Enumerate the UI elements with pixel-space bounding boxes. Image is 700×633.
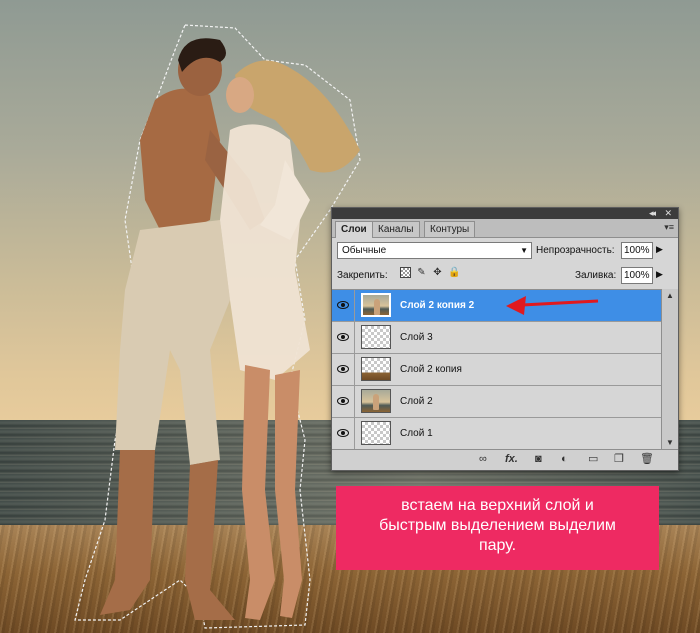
fill-label: Заливка: <box>575 270 617 281</box>
lock-all-icon[interactable]: 🔒 <box>448 267 460 278</box>
eye-icon <box>337 301 349 309</box>
panel-bottom-bar: ∞ fx. ◙ ◐ ▭ ❐ 🗑 <box>332 449 678 470</box>
blend-mode-select[interactable]: Обычные ▼ <box>337 242 532 259</box>
panel-titlebar[interactable]: ◂◂ ✕ <box>332 208 678 219</box>
layer-thumbnail <box>361 293 391 317</box>
fx-icon[interactable]: fx. <box>505 453 518 466</box>
callout-line: пару. <box>478 537 517 554</box>
tab-channels[interactable]: Каналы <box>372 221 420 237</box>
visibility-toggle[interactable] <box>332 418 355 449</box>
layers-scrollbar[interactable]: ▲ ▼ <box>661 289 678 449</box>
scroll-up-icon[interactable]: ▲ <box>666 291 674 300</box>
layer-name: Слой 2 <box>400 396 433 407</box>
woman-dress <box>220 124 310 380</box>
visibility-toggle[interactable] <box>332 386 355 417</box>
layer-name: Слой 3 <box>400 332 433 343</box>
fill-field[interactable]: 100% <box>621 267 653 284</box>
collapse-icon[interactable]: ◂◂ <box>649 208 656 219</box>
layer-thumbnail <box>361 325 391 349</box>
panel-tabs: Слои Каналы Контуры ▾≡ <box>332 219 678 238</box>
fill-slider-icon[interactable]: ▶ <box>656 269 663 280</box>
layer-thumbnail <box>361 389 391 413</box>
opacity-label: Непрозрачность: <box>536 245 615 256</box>
eye-icon <box>337 397 349 405</box>
chevron-down-icon: ▼ <box>520 246 528 255</box>
lock-transparency-icon[interactable] <box>400 267 411 278</box>
panel-menu-icon[interactable]: ▾≡ <box>664 222 674 233</box>
woman-face <box>226 77 254 113</box>
visibility-toggle[interactable] <box>332 354 355 385</box>
layer-row[interactable]: Слой 3 <box>332 322 661 354</box>
woman-legs <box>242 365 302 620</box>
opacity-field[interactable]: 100% <box>621 242 653 259</box>
instruction-callout: встаем на верхний слой и быстрым выделен… <box>336 486 659 570</box>
layer-name: Слой 2 копия <box>400 364 462 375</box>
visibility-toggle[interactable] <box>332 322 355 353</box>
lock-position-icon[interactable]: ✥ <box>432 267 443 278</box>
eye-icon <box>337 333 349 341</box>
layer-name: Слой 1 <box>400 428 433 439</box>
annotation-arrow <box>506 296 599 315</box>
opacity-slider-icon[interactable]: ▶ <box>656 244 663 255</box>
link-icon[interactable]: ∞ <box>479 453 487 466</box>
lock-label: Закрепить: <box>337 270 388 281</box>
eye-icon <box>337 429 349 437</box>
blend-mode-value: Обычные <box>342 245 387 256</box>
new-layer-icon[interactable]: ❐ <box>614 453 624 466</box>
tab-layers[interactable]: Слои <box>335 221 373 238</box>
layer-row[interactable]: Слой 1 <box>332 418 661 450</box>
layer-row[interactable]: Слой 2 копия <box>332 354 661 386</box>
visibility-toggle[interactable] <box>332 290 355 321</box>
lock-pixels-icon[interactable]: ✎ <box>416 267 427 278</box>
layer-thumbnail <box>361 421 391 445</box>
trash-icon[interactable]: 🗑 <box>640 453 654 466</box>
layer-row[interactable]: Слой 2 копия 2 <box>332 290 661 322</box>
man-trousers <box>115 220 230 465</box>
layer-row[interactable]: Слой 2 <box>332 386 661 418</box>
layers-panel: ◂◂ ✕ Слои Каналы Контуры ▾≡ Обычные ▼ Не… <box>331 207 679 471</box>
tab-paths[interactable]: Контуры <box>424 221 476 237</box>
mask-icon[interactable]: ◙ <box>535 453 542 466</box>
close-icon[interactable]: ✕ <box>664 208 672 219</box>
layer-thumbnail <box>361 357 391 381</box>
layers-list: Слой 2 копия 2 Слой 3 Слой 2 копия Слой … <box>332 289 661 450</box>
lock-icons: ✎ ✥ 🔒 <box>400 267 460 281</box>
adjustment-icon[interactable]: ◐ <box>561 453 568 466</box>
layer-name: Слой 2 копия 2 <box>400 300 475 311</box>
folder-icon[interactable]: ▭ <box>588 453 598 466</box>
callout-line: встаем на верхний слой и <box>401 497 594 514</box>
man-legs <box>100 450 235 620</box>
eye-icon <box>337 365 349 373</box>
scroll-down-icon[interactable]: ▼ <box>666 438 674 447</box>
callout-line: быстрым выделением выделим <box>379 517 616 534</box>
